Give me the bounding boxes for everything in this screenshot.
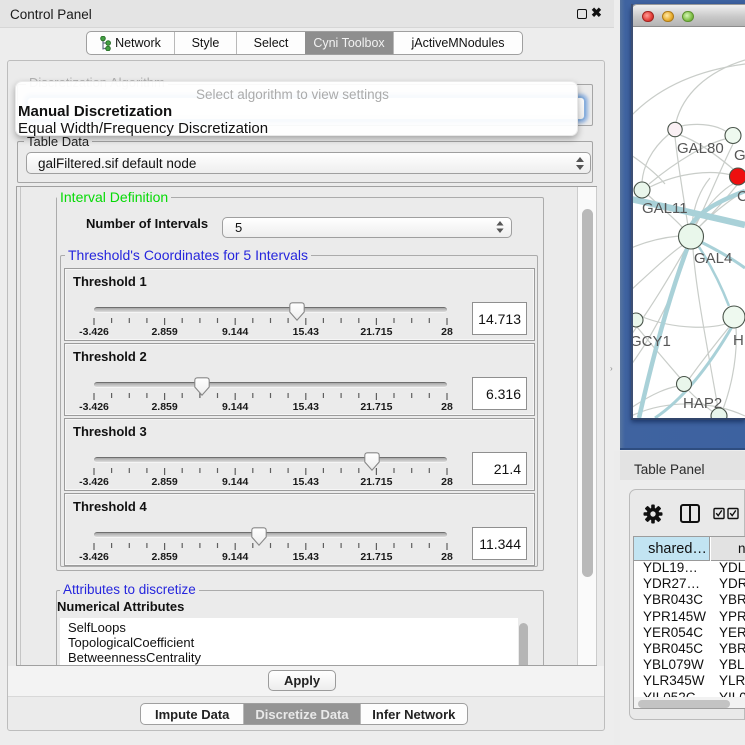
svg-text:HAP2: HAP2: [683, 395, 722, 412]
svg-text:GCY1: GCY1: [631, 333, 671, 350]
svg-text:GAL11: GAL11: [642, 200, 688, 217]
svg-text:C: C: [737, 188, 745, 205]
svg-text:GAL4: GAL4: [694, 250, 732, 267]
svg-text:GA: GA: [734, 147, 745, 164]
svg-text:H: H: [733, 332, 744, 349]
svg-text:GAL80: GAL80: [677, 140, 724, 157]
